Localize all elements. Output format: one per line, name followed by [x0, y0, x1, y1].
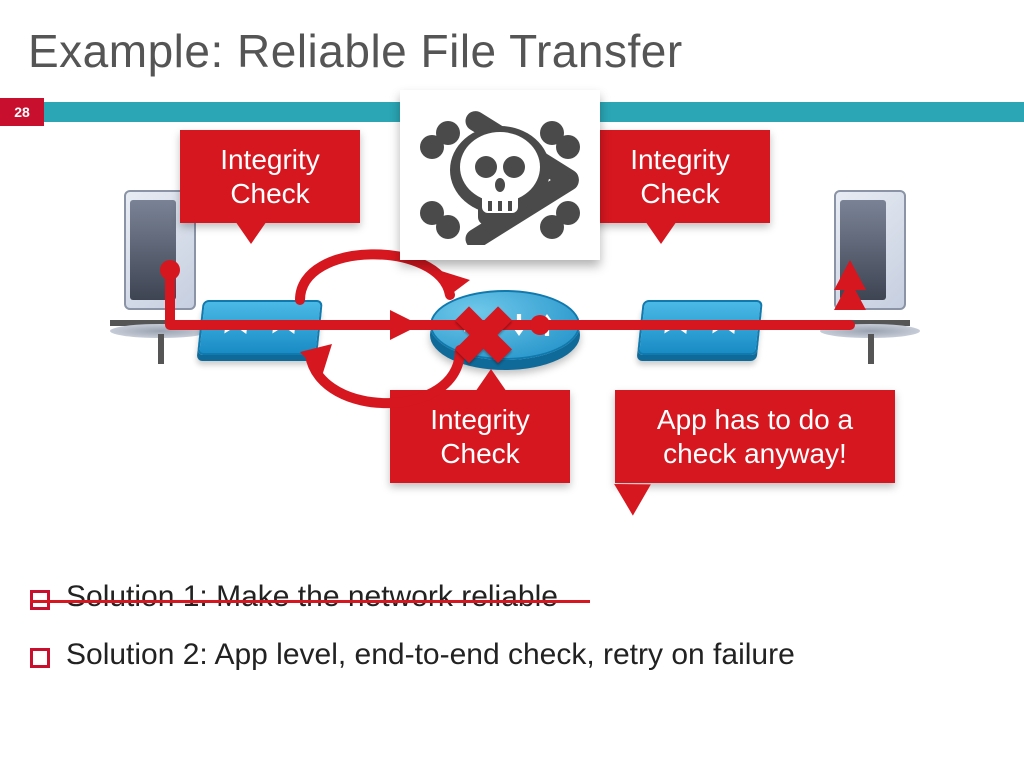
bullet-text: Solution 2: App level, end-to-end check,… [66, 638, 795, 672]
flow-mid-dot [530, 315, 550, 335]
slide-title: Example: Reliable File Transfer [28, 24, 683, 78]
failure-x-icon: ✖ [450, 290, 517, 383]
page-number-badge: 28 [0, 98, 44, 126]
bullet-text: Solution 1: Make the network reliable [66, 580, 558, 614]
bullet-list: Solution 1: Make the network reliable So… [30, 580, 795, 696]
bullet-2: Solution 2: App level, end-to-end check,… [30, 638, 795, 672]
strikethrough-line [30, 600, 590, 603]
skull-crossbones-icon [400, 90, 600, 260]
flow-start-dot [160, 260, 180, 280]
bullet-box-icon [30, 648, 50, 668]
network-diagram: Integrity Check Integrity Check Integrit… [0, 130, 1024, 550]
bullet-1: Solution 1: Make the network reliable [30, 580, 795, 614]
